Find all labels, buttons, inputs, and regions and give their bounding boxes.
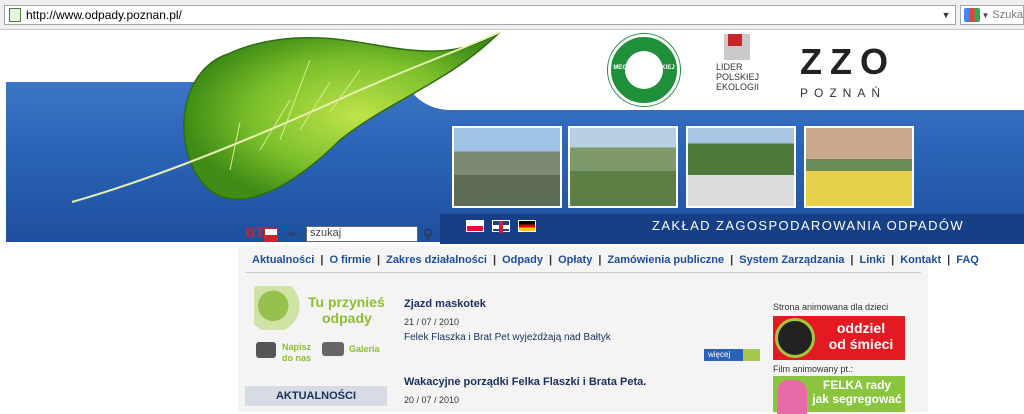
chevron-down-icon[interactable]: ▼ [939, 8, 953, 22]
phone-icon[interactable] [256, 342, 276, 358]
felka-banner[interactable]: FELKA rady jak segregować [773, 376, 905, 414]
lider-mark-red [728, 34, 742, 46]
google-icon [964, 8, 980, 22]
chevron-down-icon[interactable]: ▼ [982, 11, 990, 20]
news-title-2[interactable]: Wakacyjne porządki Felka Flaszki i Brata… [404, 376, 646, 388]
site-header: MECENAS POLSKIEJ EKOLOGII LIDER POLSKIEJ… [0, 30, 1024, 246]
photo-landfill[interactable] [452, 126, 562, 208]
zzo-logo-sub: POZNAŃ [800, 86, 887, 100]
nav-divider [245, 272, 921, 273]
main-nav: Aktualności | O firmie | Zakres działalnoś… [246, 250, 985, 270]
mecenas-logo-text: MECENAS POLSKIEJ EKOLOGII [613, 65, 675, 77]
nav-item-aktualnosci[interactable]: Aktualności [246, 254, 320, 266]
header-tagline: ZAKŁAD ZAGOSPODAROWANIA ODPADÓW [652, 218, 965, 233]
wheel-icon [775, 318, 815, 358]
felka-line2: jak segregować [812, 392, 902, 406]
nav-item-linki[interactable]: Linki [853, 254, 891, 266]
oddziel-banner[interactable]: oddziel od śmieci [773, 316, 905, 360]
mecenas-logo[interactable]: MECENAS POLSKIEJ EKOLOGII [608, 34, 680, 106]
felka-text: FELKA rady jak segregować [811, 378, 903, 406]
map-icon [254, 286, 302, 330]
galeria-link[interactable]: Galeria [349, 344, 380, 354]
tu-przynies-box[interactable]: Tu przynieś odpady Napisz do nas Galeria [254, 286, 388, 366]
search-icon[interactable]: ⚲ [423, 226, 433, 243]
nav-item-system[interactable]: System Zarządzania [733, 254, 850, 266]
camera-icon[interactable] [322, 342, 344, 356]
napisz-line1: Napisz [282, 342, 312, 352]
browser-search-field[interactable]: ▼ Szuka [960, 5, 1024, 25]
tu-przynies-line2: odpady [322, 310, 372, 326]
browser-search-placeholder: Szuka [992, 9, 1023, 21]
aktualnosci-heading[interactable]: AKTUALNOŚCI [245, 386, 387, 406]
page-icon [9, 8, 21, 22]
tu-przynies-line1: Tu przynieś [308, 294, 385, 310]
url-field[interactable]: http://www.odpady.poznan.pl/ ▼ [4, 5, 956, 25]
photo-station[interactable] [686, 126, 796, 208]
news-date-1: 21 / 07 / 2010 [404, 317, 460, 327]
photo-ponds[interactable] [568, 126, 678, 208]
felka-line1: FELKA rady [822, 378, 892, 392]
nav-item-faq[interactable]: FAQ [950, 254, 985, 266]
nav-item-oplaty[interactable]: Opłaty [552, 254, 598, 266]
zzo-logo[interactable]: ZZO POZNAŃ [800, 44, 920, 104]
leaf-image [71, 31, 501, 203]
felka-character-icon [777, 380, 807, 414]
film-label: Film animowany pt.: [773, 364, 854, 374]
flag-de-icon[interactable] [518, 220, 536, 232]
flag-gb-icon[interactable] [492, 220, 510, 233]
nav-item-zamowienia[interactable]: Zamówienia publiczne [601, 254, 730, 266]
address-bar: http://www.odpady.poznan.pl/ ▼ ▼ Szuka [0, 0, 1024, 30]
zzo-logo-main: ZZO [800, 41, 896, 82]
nav-item-zakres[interactable]: Zakres działalności [380, 254, 493, 266]
binoculars-icon: ∞ [288, 229, 296, 240]
oddziel-line2: od śmieci [828, 336, 894, 352]
napisz-link[interactable]: Napisz do nas [282, 342, 311, 364]
wiecej-button[interactable]: więcej [704, 349, 760, 361]
search-input[interactable]: szukaj [306, 226, 418, 242]
news-date-2: 20 / 07 / 2010 [404, 395, 460, 405]
flag-pl-icon[interactable] [466, 220, 484, 232]
nav-item-odpady[interactable]: Odpady [496, 254, 549, 266]
lider-text: LIDER POLSKIEJ EKOLOGII [716, 62, 760, 92]
photo-bins[interactable] [804, 126, 914, 208]
news-text-1[interactable]: Felek Flaszka i Brat Pet wyjeżdżają nad … [404, 332, 611, 343]
url-text: http://www.odpady.poznan.pl/ [26, 8, 182, 22]
nav-item-kontakt[interactable]: Kontakt [894, 254, 947, 266]
oddziel-text: oddziel od śmieci [819, 320, 903, 352]
news-title-1[interactable]: Zjazd maskotek [404, 298, 486, 310]
nav-item-o-firmie[interactable]: O firmie [323, 254, 377, 266]
lider-logo[interactable]: LIDER POLSKIEJ EKOLOGII [716, 34, 759, 104]
napisz-line2: do nas [282, 353, 312, 363]
tu-przynies-text: Tu przynieś odpady [308, 294, 385, 326]
btp-flag-icon [264, 228, 278, 242]
oddziel-line1: oddziel [836, 320, 886, 336]
strona-animowana-label: Strona animowana dla dzieci [773, 302, 889, 312]
language-flags [466, 220, 536, 233]
